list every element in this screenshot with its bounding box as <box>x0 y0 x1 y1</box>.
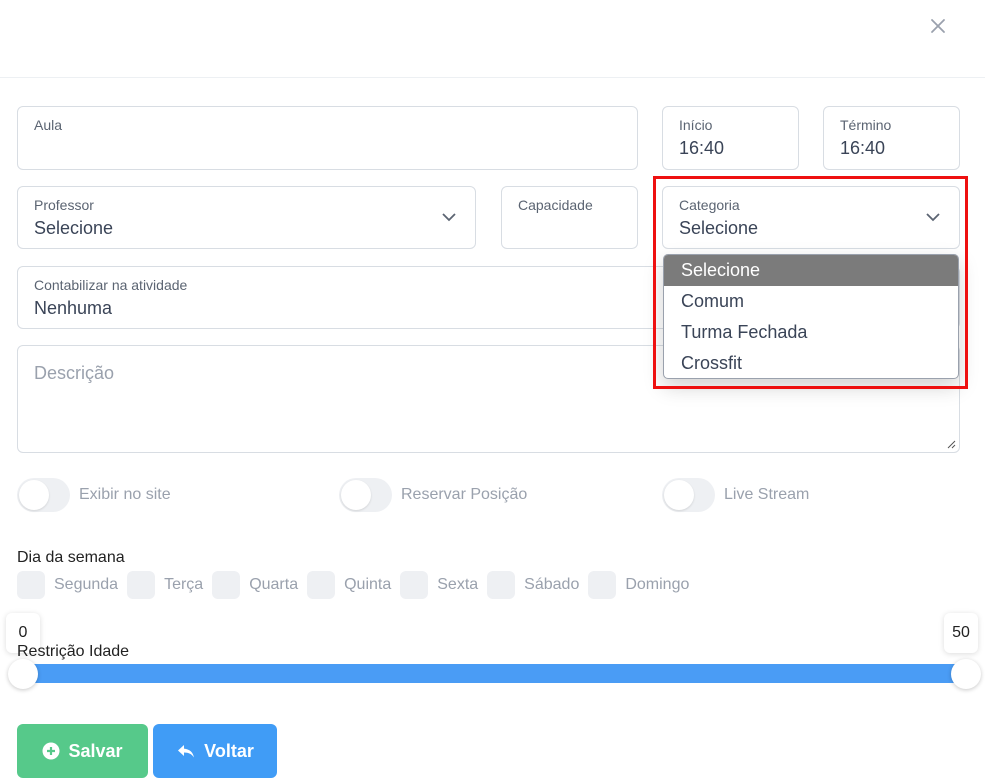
toggle-track[interactable] <box>17 478 70 512</box>
restricao-idade-label: Restrição Idade <box>17 643 130 660</box>
day-label: Sábado <box>524 576 580 593</box>
termino-value: 16:40 <box>840 138 886 158</box>
resize-grip-icon[interactable] <box>947 440 956 449</box>
toggle-track[interactable] <box>339 478 392 512</box>
dropdown-option[interactable]: Turma Fechada <box>664 317 958 348</box>
toggle-knob <box>664 480 694 510</box>
slider-min-handle[interactable] <box>8 659 38 689</box>
chevron-down-icon <box>926 213 940 222</box>
toggle-knob <box>19 480 49 510</box>
capacidade-label: Capacidade <box>518 197 593 213</box>
day-checkbox[interactable] <box>588 571 617 599</box>
day-label: Quinta <box>344 576 392 593</box>
day-checkbox[interactable] <box>127 571 156 599</box>
toggle-exibir-no-site[interactable]: Exibir no site <box>17 478 171 512</box>
plus-circle-icon <box>42 742 60 760</box>
save-button[interactable]: Salvar <box>17 724 148 778</box>
dropdown-option[interactable]: Selecione <box>664 255 958 286</box>
age-range-slider-track[interactable] <box>22 664 965 683</box>
day-quinta[interactable]: Quinta <box>307 571 391 599</box>
dropdown-option[interactable]: Comum <box>664 286 958 317</box>
day-segunda[interactable]: Segunda <box>17 571 118 599</box>
categoria-dropdown-list: Selecione Comum Turma Fechada Crossfit <box>663 254 959 379</box>
capacidade-field[interactable]: Capacidade <box>501 186 638 249</box>
dropdown-option[interactable]: Crossfit <box>664 348 958 378</box>
aula-label: Aula <box>34 117 63 133</box>
inicio-value: 16:40 <box>679 138 725 158</box>
categoria-label: Categoria <box>679 197 740 213</box>
day-label: Terça <box>164 576 204 593</box>
toggle-label: Exibir no site <box>79 486 171 503</box>
dias-semana-title: Dia da semana <box>17 549 125 566</box>
toggle-label: Reservar Posição <box>401 486 528 503</box>
day-checkbox[interactable] <box>17 571 45 599</box>
termino-label: Término <box>840 117 892 133</box>
toggle-knob <box>341 480 371 510</box>
day-checkbox[interactable] <box>487 571 516 599</box>
back-button-label: Voltar <box>204 740 254 761</box>
day-label: Quarta <box>249 576 299 593</box>
day-checkbox[interactable] <box>212 571 241 599</box>
termino-field[interactable]: Término 16:40 <box>823 106 960 170</box>
contabilizar-label: Contabilizar na atividade <box>34 277 188 293</box>
dias-semana-group: Segunda Terça Quarta Quinta Sexta Sábado… <box>17 571 698 599</box>
reply-arrow-icon <box>178 745 195 758</box>
day-checkbox[interactable] <box>400 571 429 599</box>
categoria-value: Selecione <box>679 218 759 238</box>
day-quarta[interactable]: Quarta <box>212 571 298 599</box>
contabilizar-value: Nenhuma <box>34 298 113 318</box>
inicio-label: Início <box>679 117 713 133</box>
day-domingo[interactable]: Domingo <box>588 571 689 599</box>
toggle-track[interactable] <box>662 478 715 512</box>
categoria-select[interactable]: Categoria Selecione <box>662 186 960 249</box>
day-label: Segunda <box>54 576 119 593</box>
slider-max-value: 50 <box>944 613 978 653</box>
toggle-live-stream[interactable]: Live Stream <box>662 478 809 512</box>
toggle-label: Live Stream <box>724 486 810 503</box>
day-sabado[interactable]: Sábado <box>487 571 579 599</box>
day-terca[interactable]: Terça <box>127 571 203 599</box>
toggle-reservar-posicao[interactable]: Reservar Posição <box>339 478 527 512</box>
back-button[interactable]: Voltar <box>153 724 277 778</box>
chevron-down-icon <box>442 213 456 222</box>
day-label: Sexta <box>437 576 479 593</box>
day-label: Domingo <box>625 576 690 593</box>
aula-field[interactable]: Aula <box>17 106 638 170</box>
close-icon[interactable] <box>928 16 948 36</box>
save-button-label: Salvar <box>68 740 123 761</box>
professor-select[interactable]: Professor Selecione <box>17 186 476 249</box>
inicio-field[interactable]: Início 16:40 <box>662 106 799 170</box>
slider-max-handle[interactable] <box>951 659 981 689</box>
descricao-placeholder: Descrição <box>34 363 115 383</box>
professor-value: Selecione <box>34 218 114 238</box>
modal-header <box>0 0 985 78</box>
professor-label: Professor <box>34 197 94 213</box>
day-checkbox[interactable] <box>307 571 336 599</box>
day-sexta[interactable]: Sexta <box>400 571 478 599</box>
